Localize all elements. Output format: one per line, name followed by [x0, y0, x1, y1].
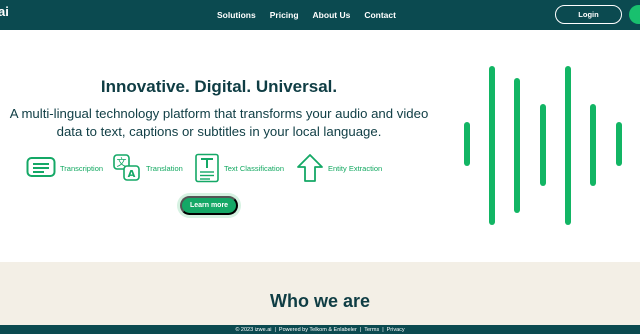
footer-separator: |: [382, 326, 384, 333]
who-we-are-section: Who we are: [0, 262, 640, 325]
terms-link[interactable]: Terms: [364, 327, 379, 333]
wave-bar: [616, 122, 622, 166]
text-classification-icon: [194, 153, 220, 183]
footer-separator: |: [274, 326, 276, 333]
powered-by-text: Powered by Telkom & Enlabeler: [278, 326, 357, 333]
wave-bar: [464, 122, 470, 166]
feature-label: Entity Extraction: [328, 163, 383, 173]
feature-label: Translation: [146, 163, 183, 173]
feature-entity-extraction[interactable]: Entity Extraction: [296, 153, 382, 183]
section-title: Who we are: [269, 291, 371, 311]
copyright-text: © 2023 izwe.ai: [235, 326, 272, 333]
feature-label: Text Classification: [224, 163, 285, 173]
wave-bar: [489, 66, 495, 225]
brand-logo[interactable]: ai: [0, 4, 9, 19]
login-button[interactable]: Login: [555, 5, 622, 24]
svg-text:A: A: [128, 169, 136, 180]
main-nav: Solutions Pricing About Us Contact: [217, 10, 410, 20]
entity-extraction-icon: [296, 153, 324, 183]
footer-separator: |: [359, 326, 362, 333]
nav-item-pricing[interactable]: Pricing: [270, 10, 299, 20]
feature-text-classification[interactable]: Text Classification: [194, 153, 284, 183]
wave-bar: [565, 66, 571, 225]
wave-bar: [514, 78, 520, 213]
nav-item-solutions[interactable]: Solutions: [217, 10, 256, 20]
footer: © 2023 izwe.ai | Powered by Telkom & Enl…: [0, 325, 640, 334]
feature-label: Transcription: [60, 163, 104, 173]
nav-item-contact[interactable]: Contact: [364, 10, 396, 20]
feature-translation[interactable]: 文 A Translation: [112, 153, 183, 183]
translation-icon: 文 A: [112, 153, 142, 183]
wave-bar: [590, 104, 596, 186]
hero-subtitle: A multi-lingual technology platform that…: [9, 106, 429, 139]
signup-button[interactable]: [629, 5, 640, 24]
transcription-icon: [26, 156, 56, 180]
privacy-link[interactable]: Privacy: [387, 327, 405, 333]
feature-transcription[interactable]: Transcription: [26, 153, 103, 183]
nav-item-about-us[interactable]: About Us: [313, 10, 351, 20]
hero-title: Innovative. Digital. Universal.: [100, 77, 338, 96]
wave-bar: [540, 104, 546, 186]
top-navigation-bar: ai Solutions Pricing About Us Contact Lo…: [0, 0, 640, 30]
learn-more-button[interactable]: Learn more: [180, 196, 238, 215]
